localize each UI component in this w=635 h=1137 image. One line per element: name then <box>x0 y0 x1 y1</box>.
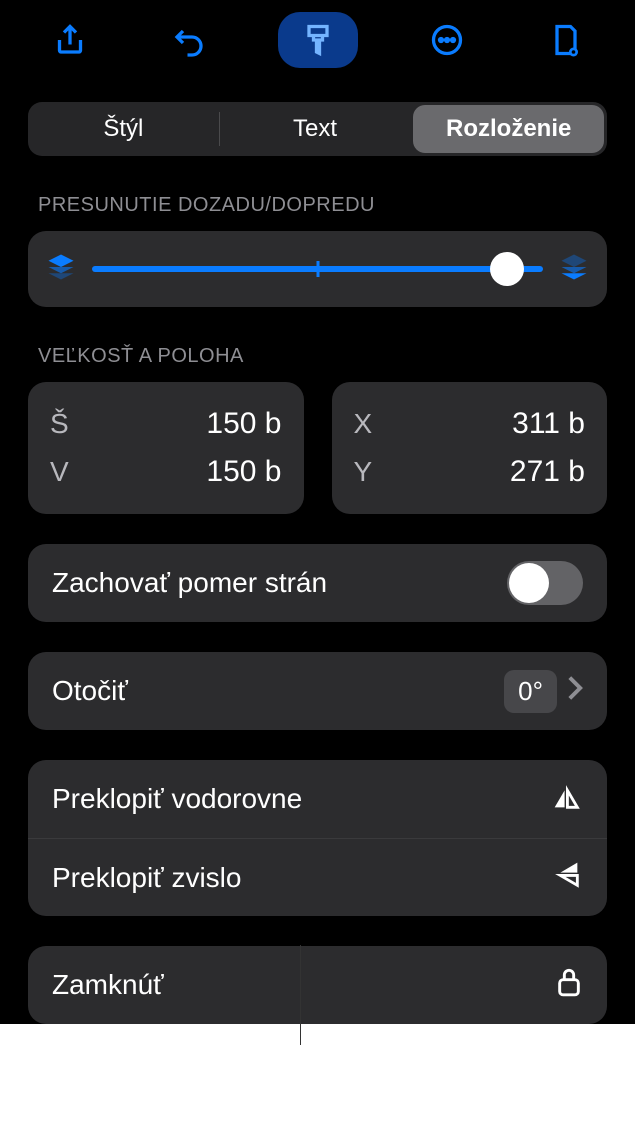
tab-text[interactable]: Text <box>220 102 411 156</box>
aspect-card: Zachovať pomer strán <box>28 544 607 622</box>
share-icon[interactable] <box>40 10 100 70</box>
x-label: X <box>354 408 373 440</box>
flip-vertical-label: Preklopiť zvislo <box>52 862 241 894</box>
format-brush-icon[interactable] <box>278 12 358 68</box>
width-field[interactable]: Š 150 b <box>50 400 282 448</box>
position-card: X 311 b Y 271 b <box>332 382 608 514</box>
chevron-right-icon <box>567 675 583 708</box>
flip-horizontal-row[interactable]: Preklopiť vodorovne <box>28 760 607 838</box>
arrange-slider[interactable] <box>92 266 543 272</box>
lock-row[interactable]: Zamknúť <box>28 946 607 1024</box>
flip-horizontal-label: Preklopiť vodorovne <box>52 783 302 815</box>
format-panel: Štýl Text Rozloženie PRESUNUTIE DOZADU/D… <box>0 0 635 1024</box>
flip-vertical-icon <box>549 857 583 898</box>
lock-label: Zamknúť <box>52 969 164 1001</box>
send-backward-icon[interactable] <box>46 252 76 287</box>
document-view-icon[interactable] <box>536 10 596 70</box>
height-value: 150 b <box>206 455 281 489</box>
arrange-slider-card <box>28 231 607 307</box>
width-value: 150 b <box>206 407 281 441</box>
format-tabs: Štýl Text Rozloženie <box>28 102 607 156</box>
size-position-row: Š 150 b V 150 b X 311 b Y 271 b <box>28 382 607 514</box>
sizepos-title: VEĽKOSŤ A POLOHA <box>38 345 597 368</box>
aspect-row: Zachovať pomer strán <box>28 544 607 622</box>
flip-card: Preklopiť vodorovne Preklopiť zvislo <box>28 760 607 916</box>
bring-forward-icon[interactable] <box>559 252 589 287</box>
flip-horizontal-icon <box>549 779 583 820</box>
height-field[interactable]: V 150 b <box>50 448 282 496</box>
tab-layout[interactable]: Rozloženie <box>413 105 604 153</box>
undo-icon[interactable] <box>159 10 219 70</box>
tab-style[interactable]: Štýl <box>28 102 219 156</box>
callout-line <box>300 945 301 1045</box>
x-value: 311 b <box>512 407 585 441</box>
lock-card: Zamknúť <box>28 946 607 1024</box>
aspect-switch[interactable] <box>507 561 583 605</box>
y-label: Y <box>354 456 373 488</box>
flip-vertical-row[interactable]: Preklopiť zvislo <box>28 838 607 916</box>
rotate-card: Otočiť 0° <box>28 652 607 730</box>
y-field[interactable]: Y 271 b <box>354 448 586 496</box>
y-value: 271 b <box>510 455 585 489</box>
x-field[interactable]: X 311 b <box>354 400 586 448</box>
height-label: V <box>50 456 69 488</box>
aspect-label: Zachovať pomer strán <box>52 567 327 599</box>
rotate-value: 0° <box>504 670 557 713</box>
width-label: Š <box>50 408 69 440</box>
size-card: Š 150 b V 150 b <box>28 382 304 514</box>
top-toolbar <box>0 0 635 80</box>
more-icon[interactable] <box>417 10 477 70</box>
lock-icon <box>555 965 583 1006</box>
switch-knob <box>509 563 549 603</box>
slider-thumb[interactable] <box>490 252 524 286</box>
rotate-label: Otočiť <box>52 675 128 707</box>
arrange-title: PRESUNUTIE DOZADU/DOPREDU <box>38 194 597 217</box>
rotate-row[interactable]: Otočiť 0° <box>28 652 607 730</box>
